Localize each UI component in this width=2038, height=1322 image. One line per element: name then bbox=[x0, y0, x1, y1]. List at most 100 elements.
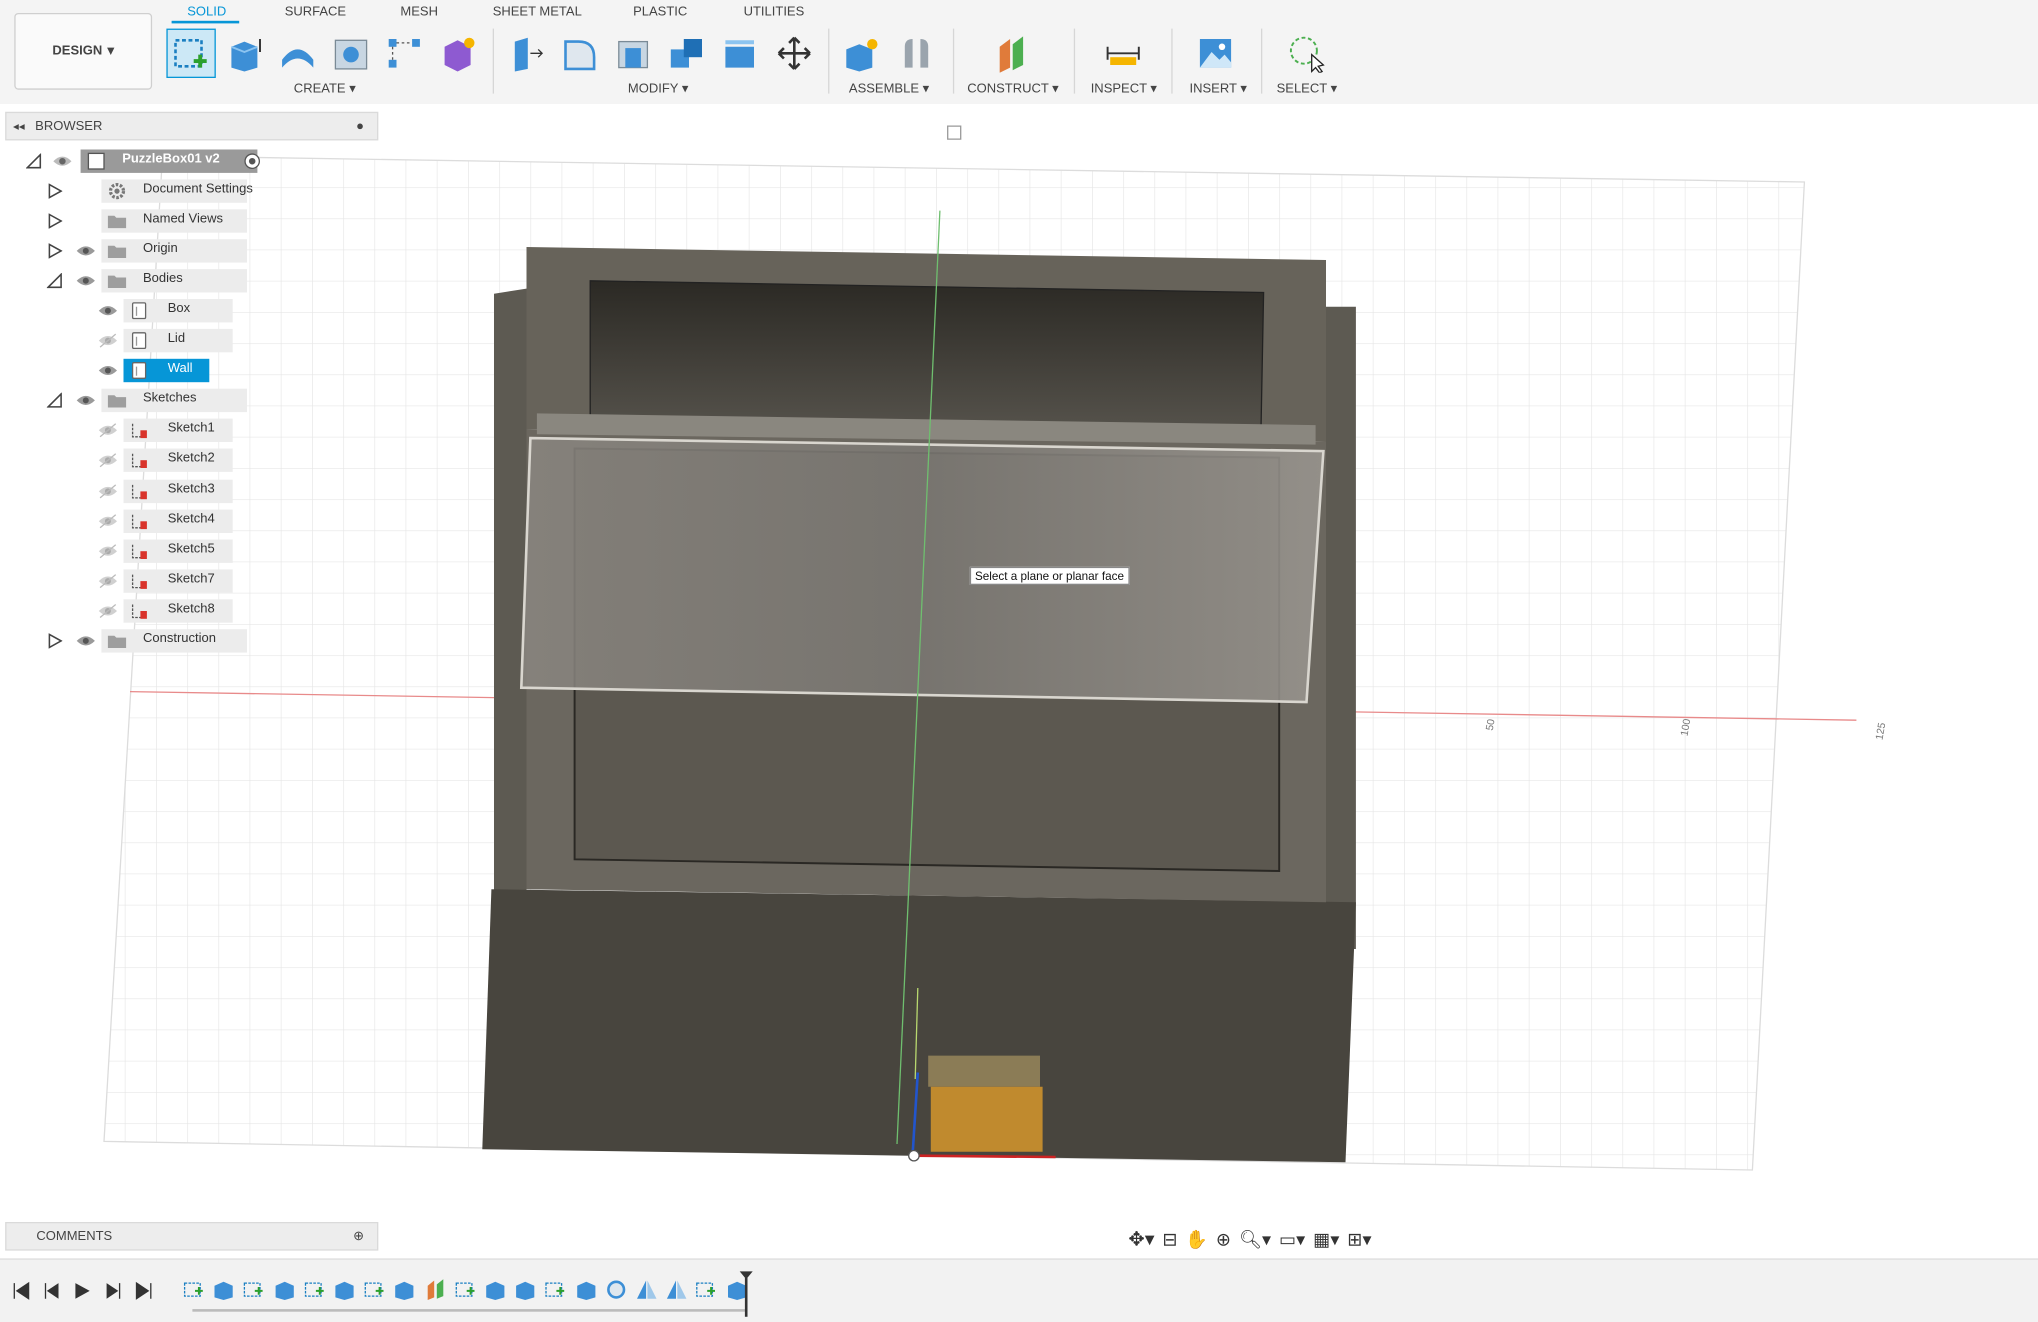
tab-surface[interactable]: SURFACE bbox=[285, 5, 346, 19]
timeline-sketch-icon[interactable] bbox=[182, 1278, 205, 1301]
timeline-extrude-icon[interactable] bbox=[393, 1278, 416, 1301]
timeline-sketch-icon[interactable] bbox=[242, 1278, 265, 1301]
construct-menu[interactable]: CONSTRUCT ▾ bbox=[967, 82, 1059, 96]
tree-item-bodies[interactable]: Bodies bbox=[0, 268, 377, 294]
tree-item-document-settings[interactable]: Document Settings bbox=[0, 178, 377, 204]
grid-settings-icon[interactable]: ▦▾ bbox=[1313, 1228, 1339, 1250]
select-menu[interactable]: SELECT ▾ bbox=[1277, 82, 1338, 96]
select-button[interactable] bbox=[1281, 29, 1330, 78]
tree-item-sketch4[interactable]: Sketch4 bbox=[0, 508, 377, 534]
browser-header[interactable]: ◂◂ BROWSER ● bbox=[5, 111, 379, 141]
timeline-extrude-icon[interactable] bbox=[484, 1278, 507, 1301]
tree-item-origin[interactable]: Origin bbox=[0, 238, 377, 264]
expanded-triangle-icon[interactable] bbox=[46, 273, 63, 289]
eye-hidden-icon[interactable] bbox=[98, 333, 119, 349]
step-back-button[interactable] bbox=[39, 1278, 65, 1304]
pattern-button[interactable] bbox=[380, 29, 429, 78]
new-component-button[interactable] bbox=[837, 29, 886, 78]
play-button[interactable] bbox=[69, 1278, 95, 1304]
tab-sheet-metal[interactable]: SHEET METAL bbox=[493, 5, 582, 19]
eye-hidden-icon[interactable] bbox=[98, 483, 119, 499]
create-sketch-button[interactable] bbox=[166, 28, 216, 78]
eye-hidden-icon[interactable] bbox=[98, 513, 119, 529]
timeline-extrude-icon[interactable] bbox=[212, 1278, 235, 1301]
eye-icon[interactable] bbox=[75, 393, 96, 409]
wall-body-selected[interactable] bbox=[519, 436, 1325, 704]
extrude-button[interactable] bbox=[220, 29, 269, 78]
expanded-triangle-icon[interactable] bbox=[26, 153, 42, 169]
tree-item-sketch2[interactable]: Sketch2 bbox=[0, 448, 377, 474]
tree-root[interactable]: PuzzleBox01 v2 bbox=[21, 148, 281, 174]
orbit-icon[interactable]: ✥▾ bbox=[1128, 1227, 1154, 1251]
combine-button[interactable] bbox=[662, 29, 711, 78]
move-copy-button[interactable] bbox=[770, 29, 819, 78]
eye-hidden-icon[interactable] bbox=[98, 543, 119, 559]
eye-icon[interactable] bbox=[98, 363, 119, 379]
add-comment-icon[interactable]: ⊕ bbox=[353, 1229, 364, 1243]
revolve-button[interactable] bbox=[273, 29, 322, 78]
timeline-extrude-icon[interactable] bbox=[333, 1278, 356, 1301]
timeline-plane-icon[interactable] bbox=[423, 1278, 446, 1301]
workspace-switcher[interactable]: DESIGN ▾ bbox=[14, 13, 153, 90]
tree-item-sketches[interactable]: Sketches bbox=[0, 388, 377, 414]
browser-options-icon[interactable]: ● bbox=[356, 119, 364, 133]
shell-button[interactable] bbox=[608, 29, 657, 78]
go-to-start-button[interactable] bbox=[8, 1278, 34, 1304]
timeline-fillet-icon[interactable] bbox=[604, 1278, 627, 1301]
assemble-menu[interactable]: ASSEMBLE ▾ bbox=[849, 82, 929, 96]
collapsed-triangle-icon[interactable] bbox=[47, 213, 63, 229]
timeline-extrude-icon[interactable] bbox=[272, 1278, 295, 1301]
collapsed-triangle-icon[interactable] bbox=[47, 243, 63, 259]
expanded-triangle-icon[interactable] bbox=[46, 393, 63, 409]
insert-image-button[interactable] bbox=[1191, 29, 1240, 78]
timeline-mirror-icon[interactable] bbox=[665, 1278, 688, 1301]
tree-item-wall[interactable]: Wall bbox=[0, 358, 377, 384]
eye-icon[interactable] bbox=[75, 243, 96, 259]
activate-radio-icon[interactable] bbox=[242, 152, 263, 170]
offset-face-button[interactable] bbox=[715, 29, 764, 78]
timeline-sketch-icon[interactable] bbox=[453, 1278, 476, 1301]
offset-plane-button[interactable] bbox=[987, 29, 1036, 78]
tree-item-box[interactable]: Box bbox=[0, 298, 377, 324]
create-form-button[interactable] bbox=[433, 29, 482, 78]
tree-item-sketch8[interactable]: Sketch8 bbox=[0, 598, 377, 624]
create-menu[interactable]: CREATE ▾ bbox=[294, 82, 356, 96]
tree-item-sketch5[interactable]: Sketch5 bbox=[0, 538, 377, 564]
viewports-icon[interactable]: ⊞▾ bbox=[1347, 1228, 1371, 1250]
eye-icon[interactable] bbox=[52, 153, 73, 169]
eye-hidden-icon[interactable] bbox=[98, 573, 119, 589]
eye-hidden-icon[interactable] bbox=[98, 423, 119, 439]
tree-item-named-views[interactable]: Named Views bbox=[0, 208, 377, 234]
timeline-extrude-icon[interactable] bbox=[514, 1278, 537, 1301]
hole-button[interactable] bbox=[326, 29, 375, 78]
zoom-window-icon[interactable]: ⊕ bbox=[1216, 1228, 1231, 1250]
timeline-sketch-icon[interactable] bbox=[303, 1278, 326, 1301]
timeline-extrude-icon[interactable] bbox=[574, 1278, 597, 1301]
press-pull-button[interactable] bbox=[502, 29, 551, 78]
eye-icon[interactable] bbox=[75, 273, 96, 289]
modify-menu[interactable]: MODIFY ▾ bbox=[628, 82, 688, 96]
go-to-end-button[interactable] bbox=[131, 1278, 157, 1304]
display-settings-icon[interactable]: ▭▾ bbox=[1279, 1228, 1305, 1250]
insert-menu[interactable]: INSERT ▾ bbox=[1190, 82, 1247, 96]
measure-button[interactable] bbox=[1099, 29, 1148, 78]
tree-item-lid[interactable]: Lid bbox=[0, 328, 377, 354]
comments-header[interactable]: COMMENTS ⊕ bbox=[5, 1222, 379, 1251]
timeline-sketch-icon[interactable] bbox=[695, 1278, 718, 1301]
viewcube-hint-icon[interactable] bbox=[947, 125, 962, 140]
eye-icon[interactable] bbox=[75, 633, 96, 649]
timeline-sketch-icon[interactable] bbox=[363, 1278, 386, 1301]
eye-hidden-icon[interactable] bbox=[98, 453, 119, 469]
pan-hand-icon[interactable]: ✋ bbox=[1185, 1228, 1208, 1250]
tab-mesh[interactable]: MESH bbox=[400, 5, 438, 19]
eye-icon[interactable] bbox=[98, 303, 119, 319]
collapsed-triangle-icon[interactable] bbox=[47, 183, 63, 199]
timeline-mirror-icon[interactable] bbox=[634, 1278, 657, 1301]
joint-button[interactable] bbox=[892, 29, 941, 78]
collapsed-triangle-icon[interactable] bbox=[47, 632, 63, 649]
inspect-menu[interactable]: INSPECT ▾ bbox=[1091, 82, 1157, 96]
tree-item-construction[interactable]: Construction bbox=[0, 628, 377, 654]
tab-solid[interactable]: SOLID bbox=[187, 5, 226, 19]
timeline-marker-icon[interactable] bbox=[738, 1270, 754, 1317]
look-at-icon[interactable]: ⊟ bbox=[1162, 1228, 1177, 1250]
